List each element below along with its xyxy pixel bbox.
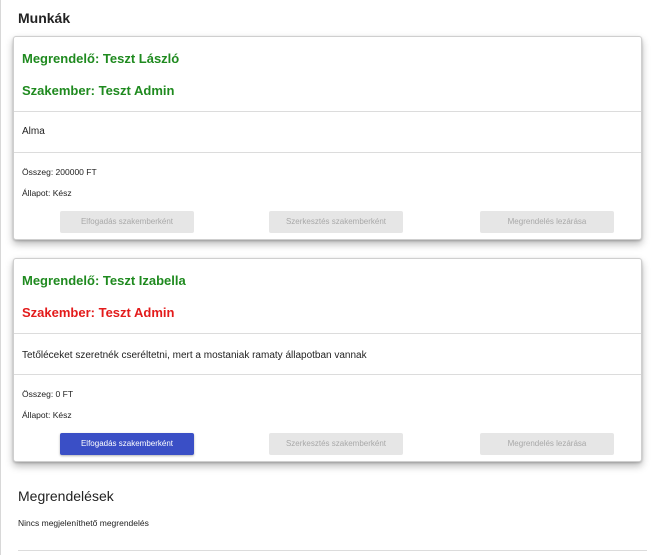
page: Munkák Megrendelő: Teszt László Szakembe… [0,0,657,555]
job-status: Állapot: Kész [22,188,72,198]
job-status: Állapot: Kész [22,410,72,420]
card-divider [14,374,641,375]
close-order-button[interactable]: Megrendelés lezárása [480,433,614,455]
job-customer: Megrendelő: Teszt Izabella [22,273,186,288]
job-card: Megrendelő: Teszt Izabella Szakember: Te… [13,258,642,462]
edit-as-specialist-button[interactable]: Szerkesztés szakemberként [269,433,403,455]
job-description: Tetőléceket szeretnék cseréltetni, mert … [22,350,367,361]
card-divider [14,333,641,334]
orders-empty-text: Nincs megjeleníthető megrendelés [18,518,149,528]
jobs-section-title: Munkák [18,10,71,26]
job-customer: Megrendelő: Teszt László [22,51,180,66]
job-card: Megrendelő: Teszt László Szakember: Tesz… [13,36,642,240]
job-amount: Összeg: 200000 FT [22,167,97,177]
edit-as-specialist-button[interactable]: Szerkesztés szakemberként [269,211,403,233]
card-divider [14,152,641,153]
accept-as-specialist-button[interactable]: Elfogadás szakemberként [60,433,194,455]
close-order-button[interactable]: Megrendelés lezárása [480,211,614,233]
accept-as-specialist-button[interactable]: Elfogadás szakemberként [60,211,194,233]
orders-section-title: Megrendelések [18,488,114,504]
job-amount: Összeg: 0 FT [22,389,74,399]
card-divider [14,111,641,112]
job-description: Alma [22,126,45,137]
section-divider [18,550,647,551]
job-specialist: Szakember: Teszt Admin [22,83,175,98]
job-specialist: Szakember: Teszt Admin [22,305,175,320]
